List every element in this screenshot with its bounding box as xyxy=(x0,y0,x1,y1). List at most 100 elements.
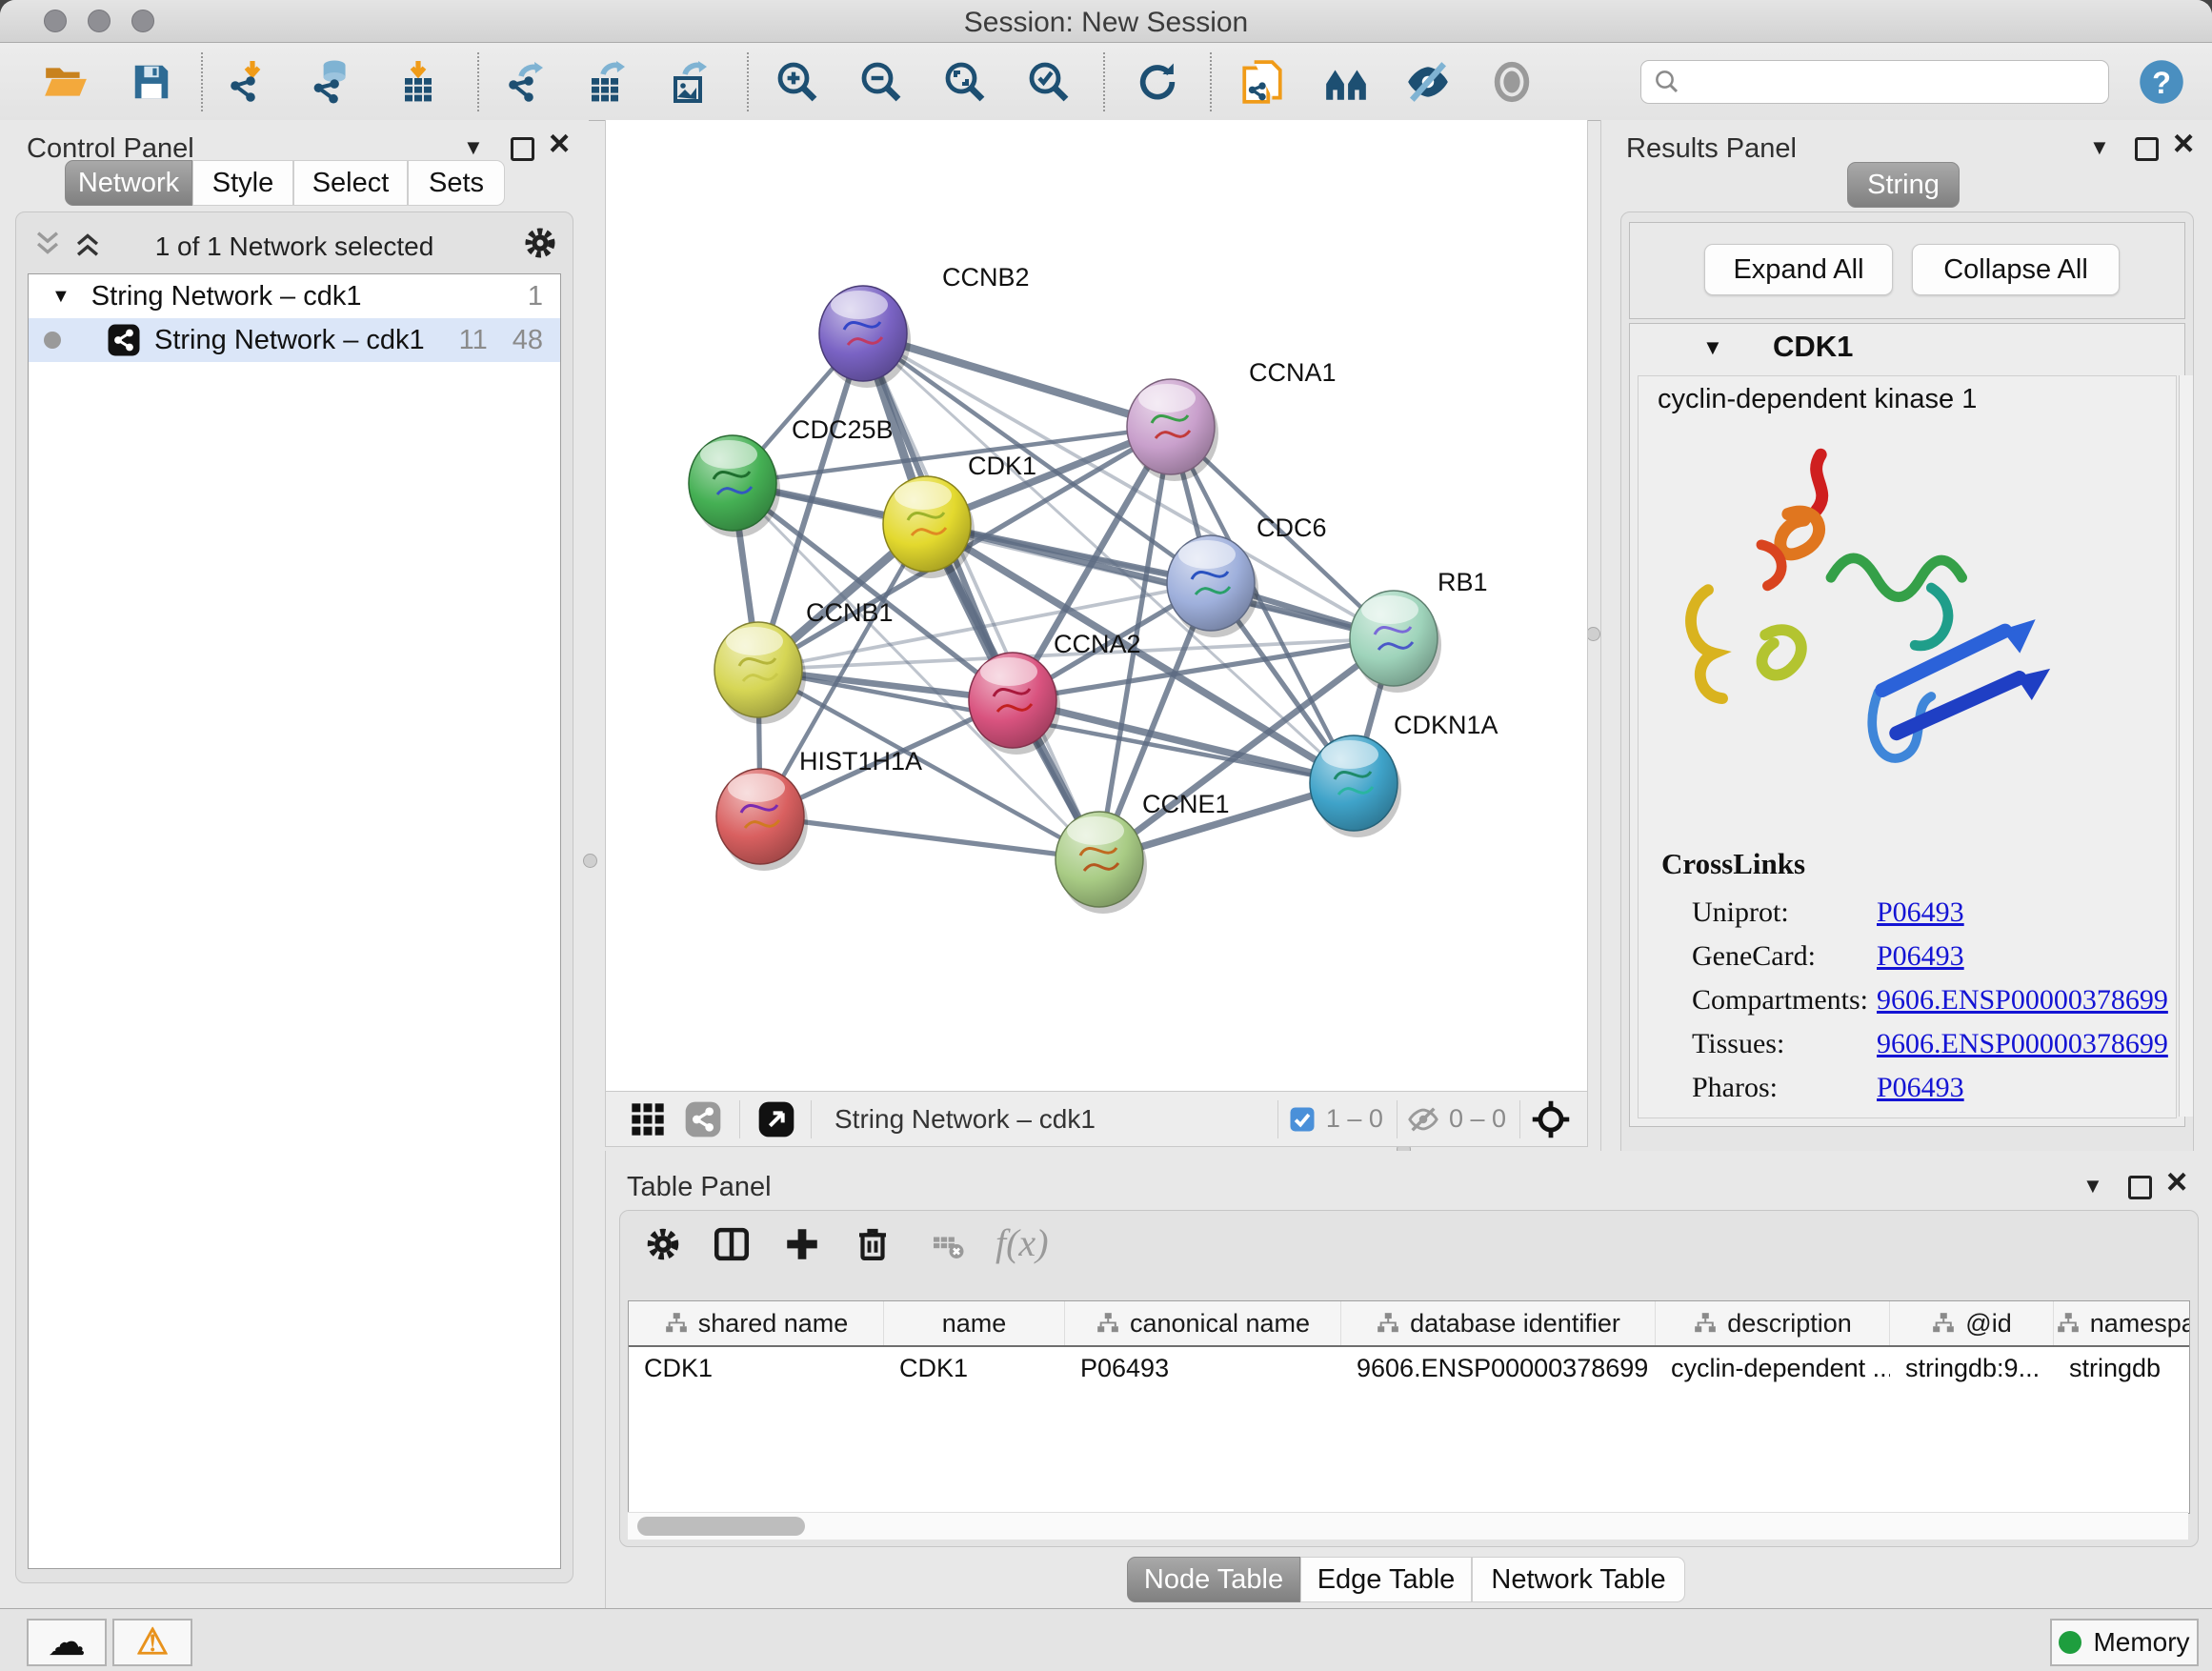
network-collection-row[interactable]: ▼ String Network – cdk1 1 xyxy=(29,274,560,318)
crosslink-row: Compartments: 9606.ENSP00000378699 xyxy=(1692,978,2168,1022)
entry-gene-name[interactable]: CDK1 xyxy=(1773,330,1853,364)
export-network-button[interactable] xyxy=(499,54,554,110)
save-session-button[interactable] xyxy=(124,54,179,110)
network-options-gear-icon[interactable] xyxy=(521,224,559,262)
help-button[interactable]: ? xyxy=(2134,54,2189,110)
export-image-button[interactable] xyxy=(661,54,716,110)
network-node-cdk1[interactable] xyxy=(883,476,975,578)
tab-style[interactable]: Style xyxy=(192,160,293,206)
show-columns-icon[interactable] xyxy=(712,1224,752,1264)
collapse-all-button[interactable]: Collapse All xyxy=(1912,244,2120,295)
crosslink-link[interactable]: 9606.ENSP00000378699 xyxy=(1877,1028,2168,1060)
left-splitter-handle[interactable] xyxy=(583,854,597,868)
tab-sets[interactable]: Sets xyxy=(408,160,505,206)
network-node-ccnb2[interactable] xyxy=(819,286,911,388)
selected-checkbox-icon[interactable] xyxy=(1288,1105,1317,1134)
column-header-description[interactable]: description xyxy=(1656,1301,1890,1345)
crosslink-link[interactable]: P06493 xyxy=(1877,940,1964,973)
column-header-namespace[interactable]: namespace xyxy=(2054,1301,2190,1345)
zoom-fit-button[interactable] xyxy=(937,54,993,110)
import-network-file-button[interactable] xyxy=(221,54,276,110)
column-header-shared-name[interactable]: shared name xyxy=(629,1301,884,1345)
right-splitter-handle[interactable] xyxy=(1586,627,1600,641)
tab-select[interactable]: Select xyxy=(293,160,408,206)
tab-edge-table[interactable]: Edge Table xyxy=(1300,1557,1472,1602)
export-network-icon xyxy=(504,59,550,105)
open-session-button[interactable] xyxy=(38,54,93,110)
network-node-ccna1[interactable] xyxy=(1127,379,1218,481)
tab-network-table[interactable]: Network Table xyxy=(1472,1557,1685,1602)
table-panel-close-icon[interactable]: × xyxy=(2166,1168,2187,1197)
network-edge[interactable] xyxy=(863,333,1099,859)
refresh-button[interactable] xyxy=(1130,54,1185,110)
crosslink-link[interactable]: P06493 xyxy=(1877,1072,1964,1104)
crosslink-link[interactable]: 9606.ENSP00000378699 xyxy=(1877,984,2168,1017)
column-header-database-identifier[interactable]: database identifier xyxy=(1341,1301,1656,1345)
network-node-rb1[interactable] xyxy=(1350,591,1441,693)
network-canvas[interactable]: CCNB2CCNA1CDC25BCDK1CDC6RB1CCNB1CCNA2CDK… xyxy=(605,120,1588,1091)
table-card: f(x) shared namenamecanonical namedataba… xyxy=(619,1210,2199,1547)
grid-view-icon[interactable] xyxy=(629,1100,667,1138)
search-icon xyxy=(1653,68,1681,96)
toolbar-separator xyxy=(747,52,749,111)
add-column-icon[interactable] xyxy=(782,1224,822,1264)
column-header--id[interactable]: @id xyxy=(1890,1301,2054,1345)
tree-expander-icon[interactable]: ▼ xyxy=(51,286,70,308)
network-share-icon xyxy=(107,323,141,357)
network-node-cdkn1a[interactable] xyxy=(1310,735,1401,837)
network-node-hist1h1a[interactable] xyxy=(716,769,808,871)
node-table-header: shared namename canonical name database id… xyxy=(629,1301,2189,1347)
main-toolbar: ? xyxy=(0,43,2212,121)
table-panel-float-icon[interactable] xyxy=(2128,1176,2152,1199)
warning-icon: ⚠ xyxy=(136,1623,169,1661)
table-panel-collapse-icon[interactable]: ▼ xyxy=(2082,1174,2103,1198)
results-panel-float-icon[interactable] xyxy=(2135,137,2159,161)
column-header-label: canonical name xyxy=(1130,1309,1310,1339)
node-label-cdkn1a: CDKN1A xyxy=(1394,711,1498,739)
import-network-database-button[interactable] xyxy=(305,54,360,110)
export-table-button[interactable] xyxy=(579,54,634,110)
clone-network-button[interactable] xyxy=(1235,54,1290,110)
table-options-gear-icon[interactable] xyxy=(643,1224,683,1264)
cloud-status-button[interactable]: ☁ xyxy=(27,1619,107,1666)
expand-all-button[interactable]: Expand All xyxy=(1704,244,1893,295)
show-all-button[interactable] xyxy=(1484,54,1539,110)
network-row[interactable]: String Network – cdk1 11 48 xyxy=(29,318,560,362)
table-hscrollbar[interactable] xyxy=(628,1512,2188,1540)
zoom-in-button[interactable] xyxy=(770,54,825,110)
tab-network[interactable]: Network xyxy=(65,160,192,206)
attribute-tree-icon xyxy=(1376,1311,1400,1336)
control-panel-close-icon[interactable]: × xyxy=(549,130,570,158)
network-view-share-icon[interactable] xyxy=(684,1100,722,1138)
hide-selected-button[interactable] xyxy=(1400,54,1456,110)
results-panel-close-icon[interactable]: × xyxy=(2173,130,2194,158)
crosslink-link[interactable]: P06493 xyxy=(1877,896,1964,929)
tab-node-table[interactable]: Node Table xyxy=(1127,1557,1300,1602)
table-row[interactable]: CDK1CDK1P064939606.ENSP00000378699cyclin… xyxy=(629,1347,2189,1389)
entry-expander-icon[interactable]: ▼ xyxy=(1702,335,1723,360)
network-node-ccne1[interactable] xyxy=(1056,812,1147,914)
memory-button[interactable]: Memory xyxy=(2050,1619,2199,1666)
search-input[interactable] xyxy=(1689,67,2093,98)
table-hscrollbar-thumb[interactable] xyxy=(637,1517,805,1536)
zoom-out-button[interactable] xyxy=(854,54,909,110)
control-panel-collapse-icon[interactable]: ▼ xyxy=(463,135,484,160)
tab-string[interactable]: String xyxy=(1847,162,1960,208)
warnings-button[interactable]: ⚠ xyxy=(112,1619,192,1666)
toolbar-search-field[interactable] xyxy=(1640,60,2109,104)
delete-column-icon[interactable] xyxy=(853,1224,893,1264)
first-neighbors-button[interactable] xyxy=(1318,54,1374,110)
control-panel-float-icon[interactable] xyxy=(511,137,534,161)
node-table-body: CDK1CDK1P064939606.ENSP00000378699cyclin… xyxy=(629,1347,2189,1389)
column-header-name[interactable]: name xyxy=(884,1301,1065,1345)
import-table-file-button[interactable] xyxy=(391,54,446,110)
birdseye-crosshair-icon[interactable] xyxy=(1530,1098,1572,1140)
column-header-canonical-name[interactable]: canonical name xyxy=(1065,1301,1341,1345)
network-edge[interactable] xyxy=(760,816,1099,859)
results-panel-collapse-icon[interactable]: ▼ xyxy=(2089,135,2110,160)
results-scrollbar[interactable] xyxy=(2179,375,2193,1117)
zoom-selected-button[interactable] xyxy=(1021,54,1076,110)
network-node-cdc25b[interactable] xyxy=(689,435,780,537)
hidden-eye-icon[interactable] xyxy=(1407,1103,1439,1136)
detach-view-icon[interactable] xyxy=(757,1100,795,1138)
